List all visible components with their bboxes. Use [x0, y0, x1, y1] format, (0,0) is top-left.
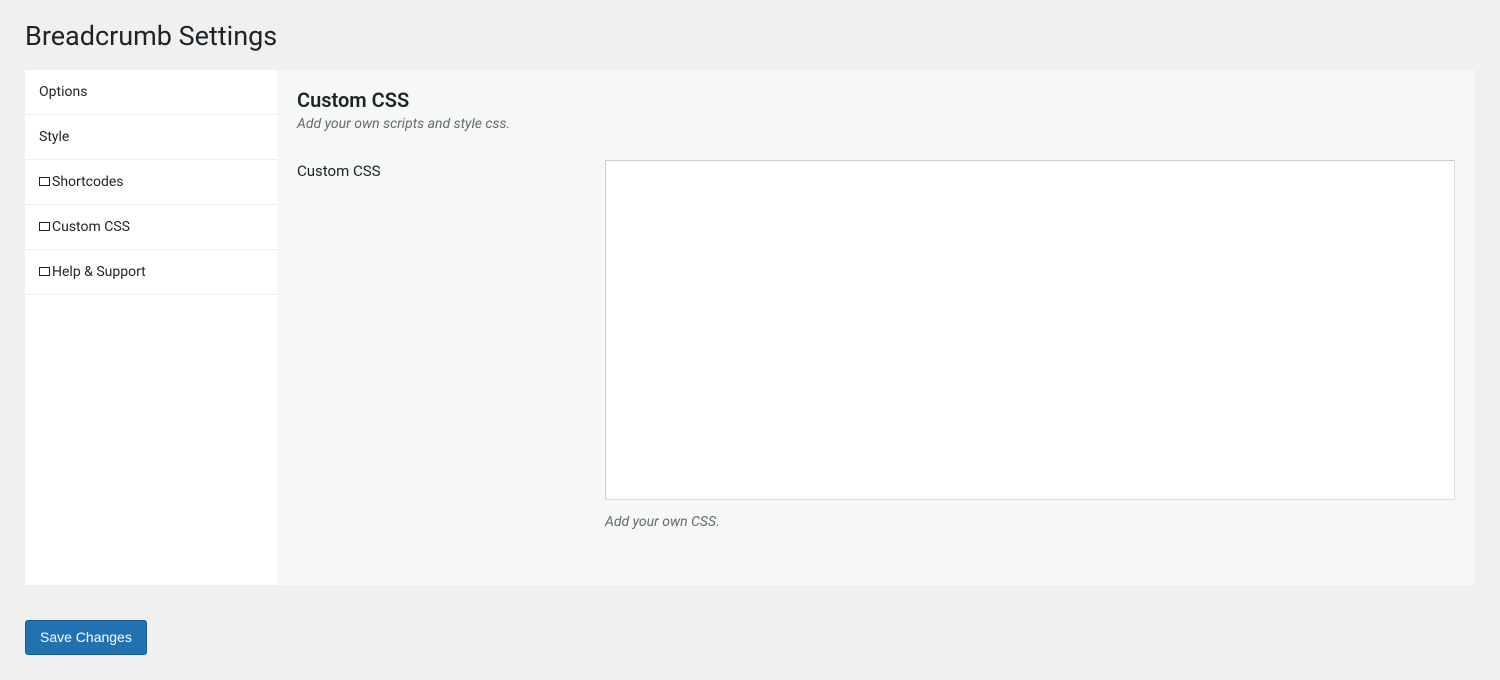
page-title: Breadcrumb Settings — [25, 20, 1475, 52]
sidebar-item-label: Style — [39, 129, 69, 145]
field-hint: Add your own CSS. — [605, 514, 1455, 530]
sidebar-item-help-support[interactable]: Help & Support — [25, 250, 277, 295]
form-label-custom-css: Custom CSS — [297, 160, 605, 180]
save-button[interactable]: Save Changes — [25, 620, 147, 655]
sidebar-item-label: Custom CSS — [52, 219, 130, 235]
sidebar-item-label: Help & Support — [52, 264, 146, 280]
sidebar-item-label: Options — [39, 84, 87, 100]
section-heading: Custom CSS — [297, 88, 1455, 112]
box-icon — [39, 177, 50, 186]
sidebar-item-style[interactable]: Style — [25, 115, 277, 160]
sidebar-item-label: Shortcodes — [52, 174, 124, 190]
form-field: Add your own CSS. — [605, 160, 1455, 530]
sidebar-item-options[interactable]: Options — [25, 70, 277, 115]
box-icon — [39, 222, 50, 231]
custom-css-textarea[interactable] — [605, 160, 1455, 500]
sidebar: Options Style Shortcodes Custom CSS Help… — [25, 70, 277, 585]
sidebar-item-custom-css[interactable]: Custom CSS — [25, 205, 277, 250]
form-row-custom-css: Custom CSS Add your own CSS. — [297, 160, 1455, 530]
actions-row: Save Changes — [25, 620, 1475, 655]
sidebar-item-shortcodes[interactable]: Shortcodes — [25, 160, 277, 205]
box-icon — [39, 267, 50, 276]
settings-layout: Options Style Shortcodes Custom CSS Help… — [25, 70, 1475, 585]
section-sub: Add your own scripts and style css. — [297, 116, 1455, 132]
main-panel: Custom CSS Add your own scripts and styl… — [277, 70, 1475, 585]
